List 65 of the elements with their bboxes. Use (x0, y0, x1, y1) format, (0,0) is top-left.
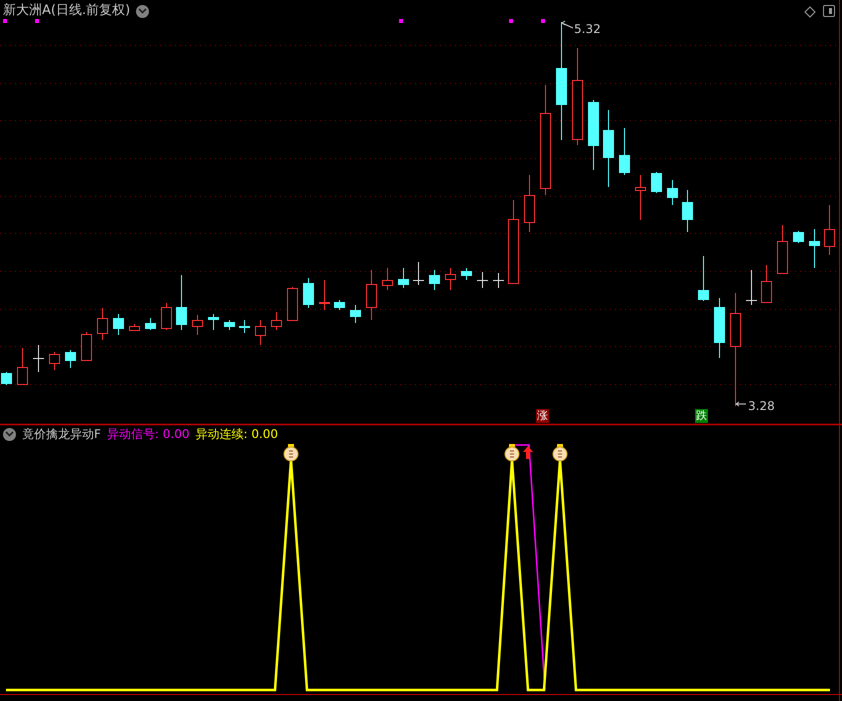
marker-badge: 涨 (536, 409, 549, 423)
candlestick (334, 300, 345, 310)
candlestick (97, 308, 108, 340)
candlestick (619, 128, 630, 176)
candlestick (65, 350, 76, 368)
candlestick (524, 174, 535, 232)
candlestick (350, 304, 361, 324)
candlestick (303, 278, 314, 308)
candlestick (255, 320, 266, 346)
candlestick (319, 280, 330, 310)
candlestick (49, 352, 60, 370)
candlestick (492, 272, 504, 288)
diamond-icon[interactable] (804, 6, 816, 18)
pointer-arrow-icon (736, 402, 746, 406)
candlestick (809, 228, 820, 268)
candlestick (682, 190, 693, 232)
high-price-label: 5.32 (574, 21, 601, 38)
candlestick (667, 180, 678, 206)
candlestick (145, 318, 156, 330)
candlestick (113, 314, 124, 336)
candlestick (824, 204, 835, 256)
candlestick (635, 174, 646, 220)
candlestick (271, 312, 282, 330)
candlestick (129, 324, 140, 332)
indicator-title: 竟价擒龙异动F (22, 426, 101, 442)
candlestick (461, 268, 472, 280)
candlestick (287, 286, 298, 322)
candlestick (429, 270, 440, 290)
chevron-down-icon[interactable] (136, 4, 150, 18)
candlestick (382, 268, 393, 290)
candlestick (32, 344, 44, 372)
marker-badge: 跌 (695, 409, 708, 423)
candlestick (714, 298, 725, 358)
low-price-label: 3.28 (748, 398, 775, 415)
candlestick (366, 270, 377, 320)
candlestick (208, 314, 219, 330)
money-bag-icon (284, 444, 298, 462)
money-bag-icon (504, 444, 520, 462)
candlestick (176, 274, 187, 330)
up-arrow-icon (523, 446, 533, 459)
candlestick (1, 372, 12, 386)
chevron-down-icon[interactable] (3, 428, 16, 440)
candlestick (761, 264, 772, 304)
candlestick (17, 348, 28, 386)
candlestick (224, 320, 235, 330)
candlestick (793, 230, 804, 244)
candlestick (476, 272, 488, 288)
candlestick (777, 224, 788, 274)
candlestick (398, 268, 409, 288)
indicator-value: 异动连续: 0.00 (195, 426, 278, 442)
pointer-arrow-icon (562, 20, 574, 28)
candlestick (161, 302, 172, 330)
candlestick (192, 314, 203, 336)
candlestick (239, 320, 250, 334)
panel-toggle-icon[interactable] (823, 5, 835, 17)
indicator-value: 异动信号: 0.00 (106, 426, 190, 442)
candlestick (651, 172, 662, 194)
candlestick (412, 262, 424, 286)
candlestick (746, 270, 758, 306)
candlestick (81, 332, 92, 362)
money-bag-icon (552, 444, 568, 462)
chart-title: 新大洲A(日线.前复权) (3, 2, 130, 20)
candlestick (445, 268, 456, 290)
candlestick (698, 256, 709, 302)
candlestick (588, 100, 599, 170)
